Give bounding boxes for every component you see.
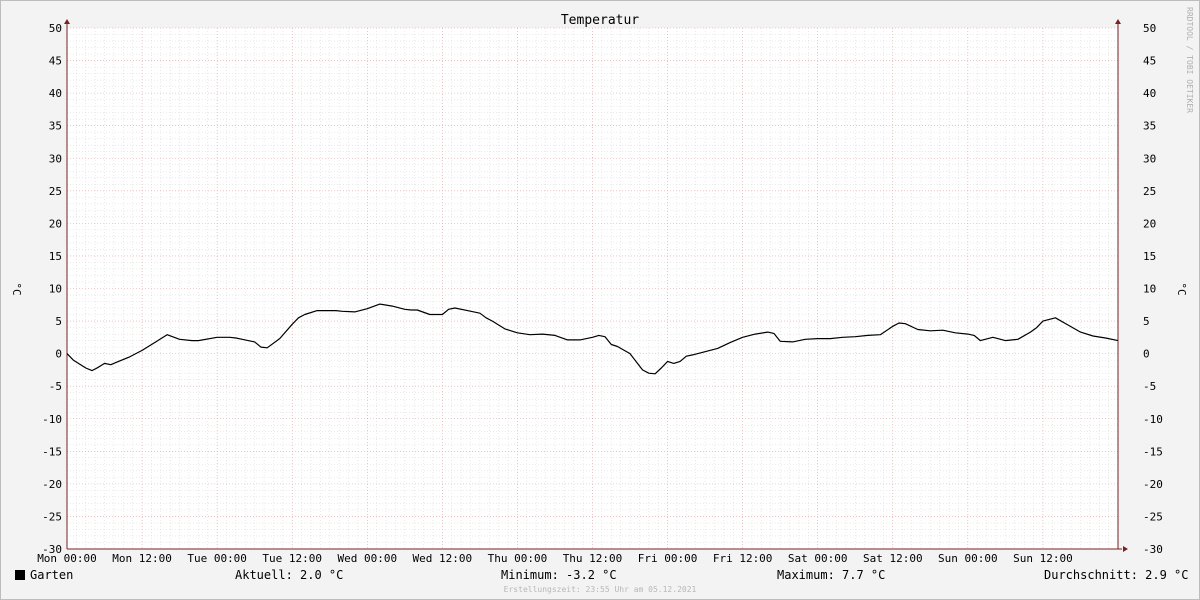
y-tick-label-left: 0: [55, 348, 62, 361]
creation-time: Erstellungszeit: 23:55 Uhr am 05.12.2021: [503, 585, 697, 594]
y-tick-label-right: -20: [1143, 478, 1163, 491]
y-tick-label-right: 25: [1143, 185, 1156, 198]
y-axis-label-right: °C: [1175, 282, 1188, 295]
temperature-chart: Temperatur °C °C RRDTOOL / TOBI OETIKER …: [10, 7, 1194, 565]
x-axis-arrow: [1123, 546, 1128, 552]
x-tick-label: Tue 12:00: [262, 552, 322, 565]
x-tick-label: Wed 00:00: [337, 552, 397, 565]
stat-maximum: Maximum: 7.7 °C: [777, 568, 886, 582]
y-tick-label-right: 30: [1143, 152, 1156, 165]
y-tick-label-left: 5: [55, 315, 62, 328]
y-tick-label-right: 40: [1143, 87, 1156, 100]
x-tick-label: Mon 12:00: [112, 552, 172, 565]
y-tick-label-right: 50: [1143, 22, 1156, 35]
x-tick-label: Fri 00:00: [638, 552, 698, 565]
y-tick-label-left: -20: [42, 478, 62, 491]
y-tick-label-left: 15: [49, 250, 62, 263]
y-tick-label-right: -25: [1143, 510, 1163, 523]
x-tick-label: Sat 00:00: [788, 552, 848, 565]
x-tick-label: Thu 12:00: [563, 552, 623, 565]
y-tick-label-left: 25: [49, 185, 62, 198]
y-tick-label-right: -15: [1143, 445, 1163, 458]
y-tick-label-right: 20: [1143, 217, 1156, 230]
y-tick-label-left: 40: [49, 87, 62, 100]
legend-swatch-garten: [15, 570, 25, 580]
stat-durchschnitt: Durchschnitt: 2.9 °C: [1044, 568, 1189, 582]
y-tick-label-left: 20: [49, 217, 62, 230]
legend-series-name: Garten: [30, 568, 74, 582]
y-tick-label-right: 35: [1143, 120, 1156, 133]
y-tick-label-right: 45: [1143, 55, 1156, 68]
x-tick-label: Tue 00:00: [187, 552, 247, 565]
y-axis-arrow-right: [1115, 19, 1121, 24]
y-tick-label-right: 5: [1143, 315, 1150, 328]
x-tick-label: Fri 12:00: [713, 552, 773, 565]
y-tick-label-left: -25: [42, 510, 62, 523]
y-tick-label-right: 0: [1143, 348, 1150, 361]
rrdtool-watermark: RRDTOOL / TOBI OETIKER: [1185, 7, 1194, 113]
y-tick-label-left: 10: [49, 283, 62, 296]
y-tick-label-right: 15: [1143, 250, 1156, 263]
x-tick-label: Mon 00:00: [37, 552, 97, 565]
stat-minimum: Minimum: -3.2 °C: [501, 568, 617, 582]
y-tick-label-right: -5: [1143, 380, 1156, 393]
x-tick-label: Sat 12:00: [863, 552, 923, 565]
y-tick-label-right: -30: [1143, 543, 1163, 556]
y-tick-label-right: 10: [1143, 283, 1156, 296]
x-tick-label: Sun 12:00: [1013, 552, 1073, 565]
y-tick-label-left: 35: [49, 120, 62, 133]
chart-title: Temperatur: [561, 13, 639, 28]
y-tick-label-left: 30: [49, 152, 62, 165]
stat-aktuell: Aktuell: 2.0 °C: [235, 568, 344, 582]
y-tick-label-right: -10: [1143, 413, 1163, 426]
y-tick-label-left: 45: [49, 55, 62, 68]
y-tick-label-left: -5: [49, 380, 62, 393]
y-tick-label-left: -10: [42, 413, 62, 426]
x-tick-label: Thu 00:00: [488, 552, 548, 565]
x-tick-label: Wed 12:00: [413, 552, 473, 565]
y-axis-arrow-left: [64, 19, 70, 24]
y-tick-label-left: -15: [42, 445, 62, 458]
x-tick-label: Sun 00:00: [938, 552, 998, 565]
y-axis-label-left: °C: [10, 282, 23, 295]
y-tick-label-left: 50: [49, 22, 62, 35]
